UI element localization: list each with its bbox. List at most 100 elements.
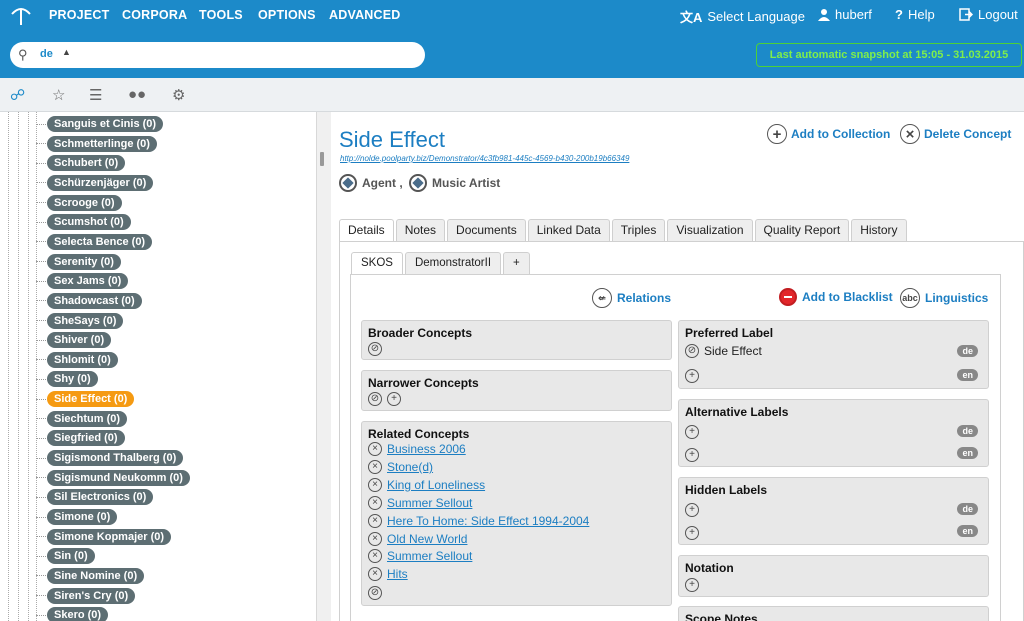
relations-button[interactable]: ⇍ Relations bbox=[592, 288, 671, 308]
search-input[interactable]: ⚲ de ▲ bbox=[10, 42, 425, 68]
tree-item-label[interactable]: Serenity (0) bbox=[47, 253, 121, 270]
add-icon[interactable]: + bbox=[685, 526, 699, 540]
tree-item[interactable]: Siren's Cry (0) bbox=[36, 587, 136, 604]
network-icon[interactable]: ●● bbox=[128, 86, 146, 103]
tree-item-label[interactable]: Siren's Cry (0) bbox=[47, 587, 136, 604]
tree-item[interactable]: Shy (0) bbox=[36, 371, 98, 388]
tree-item[interactable]: Simone Kopmajer (0) bbox=[36, 528, 172, 545]
nav-project[interactable]: PROJECT bbox=[49, 8, 109, 22]
remove-icon[interactable]: × bbox=[368, 531, 382, 546]
tab-quality-report[interactable]: Quality Report bbox=[754, 219, 850, 241]
tree-item-label[interactable]: SheSays (0) bbox=[47, 312, 124, 329]
subtab-demonstratorii[interactable]: DemonstratorII bbox=[404, 252, 502, 274]
type-music-artist[interactable]: Music Artist bbox=[409, 174, 500, 192]
remove-icon[interactable]: × bbox=[368, 567, 382, 582]
related-concept-link[interactable]: Here To Home: Side Effect 1994-2004 bbox=[387, 514, 589, 528]
tree-item-label[interactable]: Shlomit (0) bbox=[47, 351, 118, 368]
tree-item[interactable]: Sin (0) bbox=[36, 548, 95, 565]
remove-icon[interactable]: × bbox=[368, 459, 382, 474]
edit-icon[interactable]: ⊘ bbox=[368, 586, 382, 600]
related-concept-link[interactable]: Old New World bbox=[387, 532, 467, 546]
tree-item-label[interactable]: Sex Jams (0) bbox=[47, 273, 129, 290]
tree-item-label[interactable]: Simone Kopmajer (0) bbox=[47, 528, 172, 545]
remove-icon[interactable]: × bbox=[368, 495, 382, 510]
panel-splitter[interactable] bbox=[317, 112, 331, 621]
subtab-skos[interactable]: SKOS bbox=[351, 252, 403, 275]
linguistics-button[interactable]: abc Linguistics bbox=[900, 288, 988, 308]
tree-item[interactable]: Siechtum (0) bbox=[36, 410, 128, 427]
add-to-blacklist-button[interactable]: Add to Blacklist bbox=[779, 288, 893, 306]
favorites-icon[interactable]: ☆ bbox=[52, 86, 65, 104]
type-agent[interactable]: Agent , bbox=[339, 174, 403, 192]
tree-item[interactable]: Simone (0) bbox=[36, 509, 118, 525]
tree-item-label[interactable]: Sigismond Thalberg (0) bbox=[47, 450, 184, 467]
edit-icon[interactable]: ⊘ bbox=[685, 344, 699, 358]
poolparty-logo[interactable] bbox=[10, 6, 32, 26]
language-sort-icon[interactable]: ▲ bbox=[62, 47, 71, 57]
edit-icon[interactable]: ⊘ bbox=[368, 342, 382, 356]
list-icon[interactable]: ☰ bbox=[89, 86, 102, 104]
tree-item[interactable]: Sex Jams (0) bbox=[36, 273, 129, 290]
tree-item[interactable]: Skero (0) bbox=[36, 607, 109, 621]
search-language[interactable]: de bbox=[40, 48, 53, 60]
tree-item-label[interactable]: Shadowcast (0) bbox=[47, 292, 142, 309]
tab-notes[interactable]: Notes bbox=[395, 219, 446, 241]
tree-item[interactable]: Scumshot (0) bbox=[36, 214, 131, 231]
user-settings-icon[interactable]: ⚙ bbox=[172, 86, 185, 104]
tree-item-label[interactable]: Schürzenjäger (0) bbox=[47, 174, 154, 191]
nav-options[interactable]: OPTIONS bbox=[258, 8, 316, 22]
nav-advanced[interactable]: ADVANCED bbox=[329, 8, 401, 22]
tree-item[interactable]: Schubert (0) bbox=[36, 155, 126, 172]
tree-item[interactable]: SheSays (0) bbox=[36, 312, 124, 329]
related-concept-link[interactable]: Summer Sellout bbox=[387, 496, 472, 510]
tree-item-label[interactable]: Siegfried (0) bbox=[47, 430, 125, 447]
nav-tools[interactable]: TOOLS bbox=[199, 8, 243, 22]
edit-icon[interactable]: ⊘ bbox=[368, 392, 382, 406]
tree-item[interactable]: Shiver (0) bbox=[36, 332, 112, 349]
related-concept-link[interactable]: King of Loneliness bbox=[387, 478, 485, 492]
add-icon[interactable]: + bbox=[685, 448, 699, 462]
add-scheme-tab[interactable]: + bbox=[503, 252, 530, 274]
tree-item-label[interactable]: Sigismund Neukomm (0) bbox=[47, 469, 190, 486]
tree-item-label[interactable]: Shiver (0) bbox=[47, 332, 112, 349]
add-icon[interactable]: + bbox=[685, 578, 699, 592]
tree-item-label-selected[interactable]: Side Effect (0) bbox=[47, 391, 135, 408]
tree-item[interactable]: Sigismund Neukomm (0) bbox=[36, 469, 190, 486]
tree-item[interactable]: Sigismond Thalberg (0) bbox=[36, 450, 184, 467]
remove-icon[interactable]: × bbox=[368, 442, 382, 456]
tree-item-label[interactable]: Skero (0) bbox=[47, 607, 109, 621]
tab-linked-data[interactable]: Linked Data bbox=[527, 219, 610, 241]
tab-visualization[interactable]: Visualization bbox=[667, 219, 753, 241]
delete-concept-button[interactable]: × Delete Concept bbox=[900, 124, 1011, 144]
tree-item[interactable]: Schürzenjäger (0) bbox=[36, 174, 154, 191]
remove-icon[interactable]: × bbox=[368, 477, 382, 492]
tree-item-label[interactable]: Simone (0) bbox=[47, 509, 118, 525]
nav-corpora[interactable]: CORPORA bbox=[122, 8, 187, 22]
tree-item-label[interactable]: Shy (0) bbox=[47, 371, 98, 388]
tree-item-label[interactable]: Schmetterlinge (0) bbox=[47, 135, 157, 152]
add-icon[interactable]: + bbox=[685, 503, 699, 517]
tree-item[interactable]: Schmetterlinge (0) bbox=[36, 135, 157, 152]
tree-item[interactable]: Sil Electronics (0) bbox=[36, 489, 154, 506]
tab-documents[interactable]: Documents bbox=[447, 219, 526, 241]
related-concept-link[interactable]: Summer Sellout bbox=[387, 549, 472, 563]
tab-details[interactable]: Details bbox=[339, 219, 394, 242]
select-language-button[interactable]: 文A Select Language bbox=[680, 7, 805, 26]
user-menu[interactable]: huberf bbox=[818, 7, 872, 22]
tab-triples[interactable]: Triples bbox=[611, 219, 666, 241]
tree-item[interactable]: Side Effect (0) bbox=[36, 391, 135, 408]
tab-history[interactable]: History bbox=[851, 219, 907, 241]
tree-item-label[interactable]: Sine Nomine (0) bbox=[47, 567, 145, 584]
help-button[interactable]: ? Help bbox=[895, 7, 935, 22]
tree-item[interactable]: Siegfried (0) bbox=[36, 430, 125, 447]
tree-item-label[interactable]: Sil Electronics (0) bbox=[47, 489, 154, 506]
tree-item[interactable]: Scrooge (0) bbox=[36, 194, 122, 211]
splitter-grip[interactable] bbox=[320, 152, 324, 166]
tree-item[interactable]: Selecta Bence (0) bbox=[36, 233, 153, 250]
concept-uri[interactable]: http://nolde.poolparty.biz/Demonstrator/… bbox=[340, 154, 629, 163]
tree-item-label[interactable]: Schubert (0) bbox=[47, 155, 126, 172]
add-icon[interactable]: + bbox=[685, 425, 699, 439]
related-concept-link[interactable]: Stone(d) bbox=[387, 460, 433, 474]
related-concept-link[interactable]: Business 2006 bbox=[387, 442, 466, 456]
add-icon[interactable]: + bbox=[685, 369, 699, 383]
